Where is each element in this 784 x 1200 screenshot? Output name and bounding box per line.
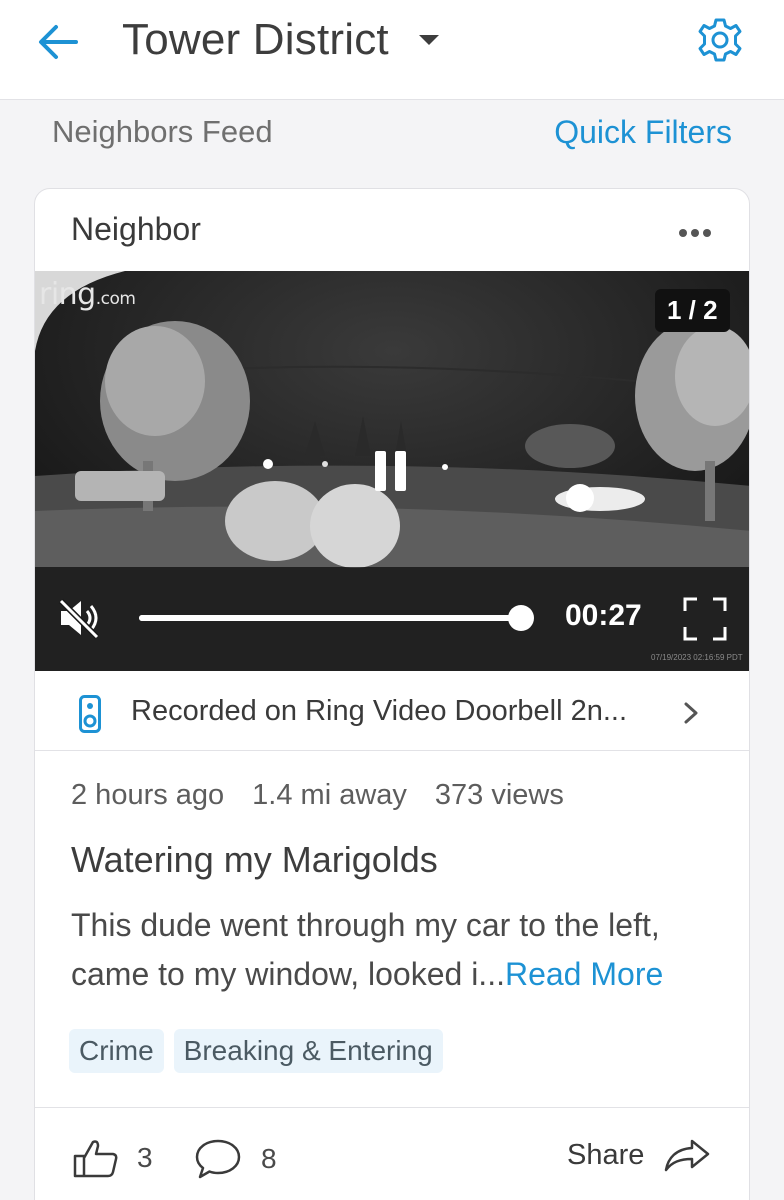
speaker-muted-icon [58, 598, 100, 640]
like-button[interactable]: 3 [73, 1138, 153, 1178]
ring-watermark: ring.com [39, 277, 136, 312]
comment-button[interactable]: 8 [195, 1138, 277, 1180]
video-timestamp: 07/19/2023 02:16:59 PDT [651, 653, 743, 662]
media-counter: 1 / 2 [655, 289, 730, 332]
tag-list: Crime Breaking & Entering [69, 1029, 443, 1073]
post-meta: 2 hours ago 1.4 mi away 373 views [71, 779, 564, 812]
scrubber-progress [139, 615, 522, 621]
post-actions: 3 8 Share [35, 1107, 749, 1200]
comment-icon [195, 1139, 241, 1179]
post-title: Watering my Marigolds [71, 839, 438, 880]
post-distance: 1.4 mi away [252, 779, 407, 811]
tag-breaking-entering[interactable]: Breaking & Entering [173, 1029, 443, 1073]
chevron-right-icon [684, 702, 698, 724]
post-source: Neighbor [71, 211, 201, 247]
device-label: Recorded on Ring Video Doorbell 2n... [131, 695, 628, 727]
share-arrow-icon [665, 1139, 710, 1172]
video-time: 00:27 [565, 599, 642, 632]
like-count: 3 [137, 1142, 153, 1173]
settings-button[interactable] [694, 14, 746, 66]
fullscreen-button[interactable] [683, 597, 727, 641]
chevron-down-icon [418, 35, 439, 45]
post-views: 373 views [434, 779, 564, 811]
post-body: This dude went through my car to the lef… [71, 901, 731, 999]
read-more-link[interactable]: Read More [505, 956, 663, 992]
comment-count: 8 [261, 1143, 277, 1174]
quick-filters-link[interactable]: Quick Filters [554, 114, 732, 151]
tag-crime[interactable]: Crime [69, 1029, 164, 1073]
arrow-left-icon [39, 25, 78, 59]
feed-header: Neighbors Feed Quick Filters [0, 100, 784, 188]
fullscreen-icon [683, 597, 727, 641]
top-bar: Tower District [0, 0, 784, 100]
doorbell-icon [79, 695, 101, 733]
device-link[interactable]: Recorded on Ring Video Doorbell 2n... [35, 671, 749, 751]
thumbs-up-icon [73, 1140, 118, 1178]
page-title: Tower District [122, 15, 389, 64]
back-button[interactable] [34, 20, 82, 64]
share-button[interactable]: Share [567, 1138, 710, 1172]
gear-icon [698, 18, 742, 62]
video-player[interactable]: ring.com 1 / 2 00:27 07/19/2023 02:16:59… [35, 271, 749, 671]
pause-button[interactable] [375, 451, 409, 491]
scrubber-handle[interactable] [508, 605, 535, 631]
feed-label: Neighbors Feed [52, 114, 273, 149]
mute-button[interactable] [57, 597, 101, 640]
more-dots-icon [679, 229, 687, 237]
video-controls: 00:27 07/19/2023 02:16:59 PDT [35, 567, 749, 671]
post-time-ago: 2 hours ago [71, 779, 225, 811]
post-card: Neighbor ring.com 1 / 2 00:27 07/19/2023… [34, 188, 750, 1200]
share-label: Share [567, 1138, 645, 1171]
pause-icon [375, 451, 386, 491]
more-options-button[interactable] [675, 219, 715, 247]
neighborhood-selector[interactable]: Tower District [122, 8, 439, 72]
video-scrubber[interactable] [139, 605, 535, 631]
